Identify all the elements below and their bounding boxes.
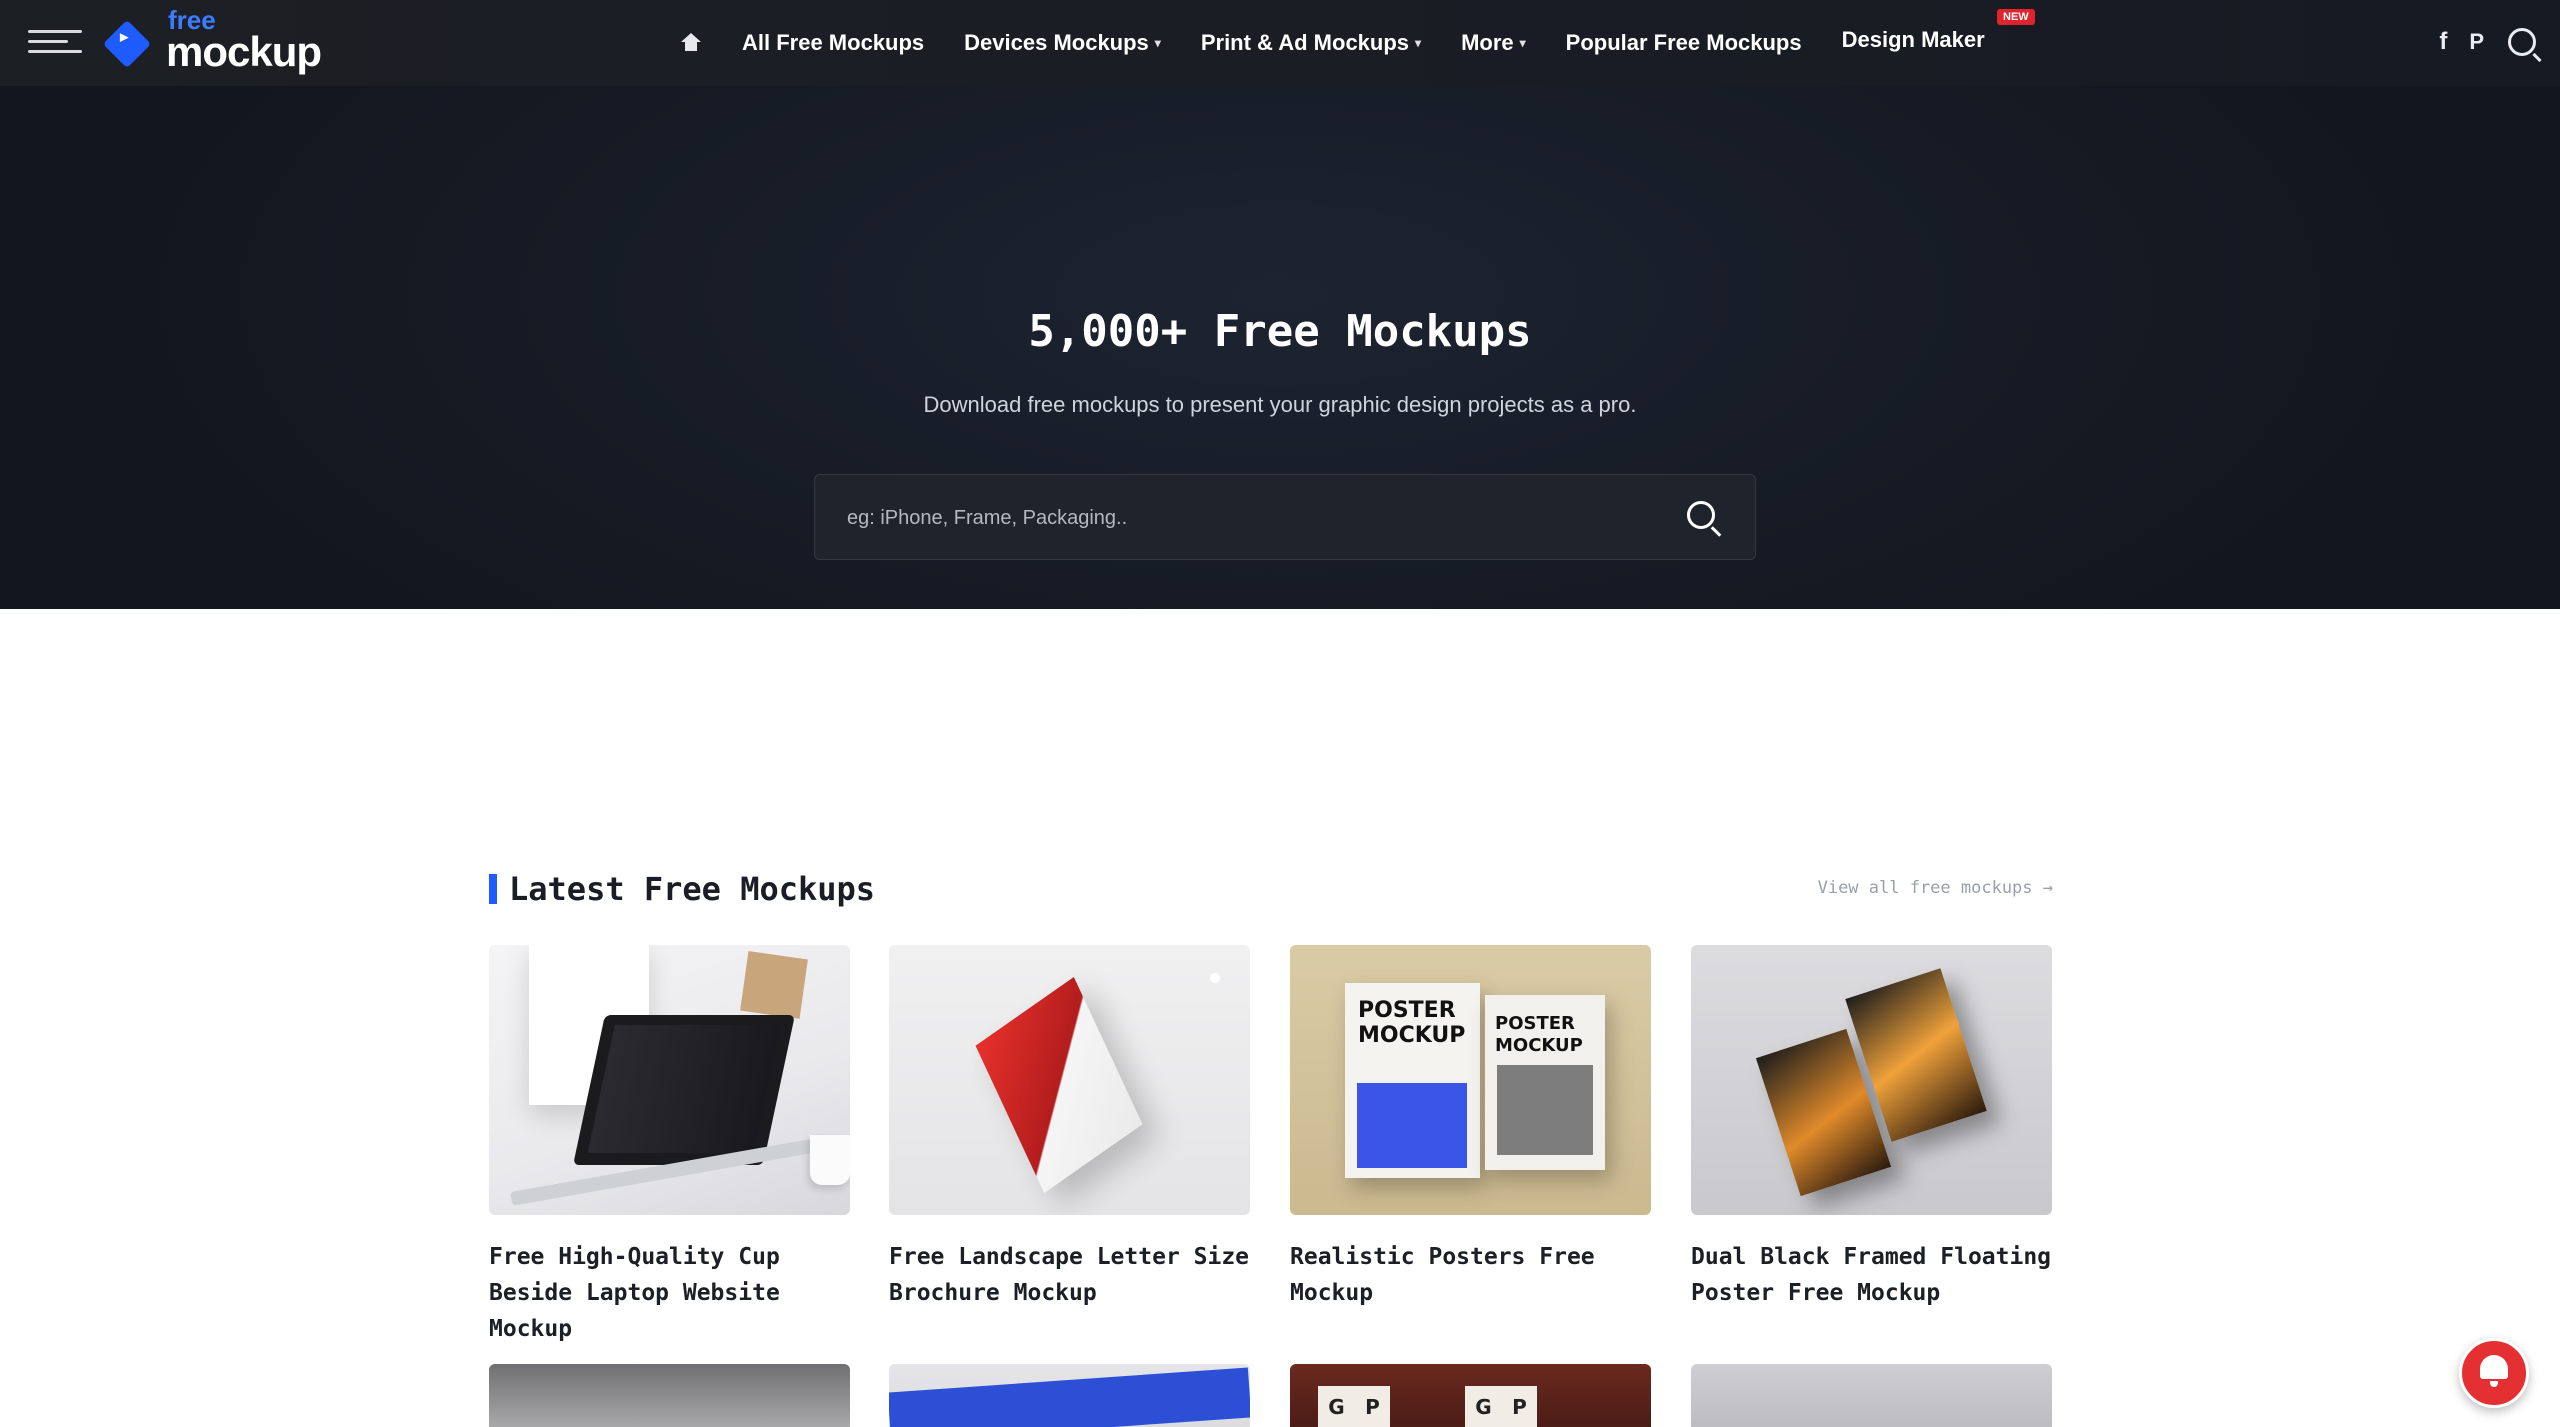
search-input[interactable] <box>845 493 1669 543</box>
social-links: f P <box>2417 28 2536 56</box>
chevron-down-icon: ▾ <box>1154 36 1161 50</box>
poster-text-line1: POSTER <box>1358 998 1456 1023</box>
logo-text-mockup: mockup <box>166 28 322 75</box>
nav-devices-mockups[interactable]: Devices Mockups ▾ <box>964 30 1161 56</box>
mockup-title[interactable]: Free High-Quality Cup Beside Laptop Webs… <box>489 1239 850 1347</box>
mockup-card[interactable]: Free High-Quality Cup Beside Laptop Webs… <box>489 945 850 1347</box>
mockup-thumbnail[interactable] <box>1691 945 2052 1215</box>
mockup-card[interactable]: POSTER MOCKUP POSTER MOCKUP Realistic Po… <box>1290 945 1651 1311</box>
notification-bell-button[interactable] <box>2459 1338 2529 1408</box>
mockup-thumbnail[interactable] <box>489 945 850 1215</box>
nav-print-ad-mockups[interactable]: Print & Ad Mockups ▾ <box>1201 30 1421 56</box>
search-icon[interactable] <box>1687 501 1715 529</box>
logo-mark-icon <box>102 19 152 69</box>
poster-text-line2: MOCKUP <box>1358 1023 1466 1048</box>
hero-title: 5,000+ Free Mockups <box>1028 306 1532 357</box>
view-all-link[interactable]: View all free mockups → <box>1818 878 2053 898</box>
mockup-title[interactable]: Realistic Posters Free Mockup <box>1290 1239 1651 1311</box>
mockup-thumbnail[interactable] <box>889 945 1250 1215</box>
menu-icon[interactable] <box>28 30 82 54</box>
nav-popular-free-mockups[interactable]: Popular Free Mockups <box>1566 30 1802 56</box>
mockup-thumbnail[interactable]: POSTER MOCKUP POSTER MOCKUP <box>1290 945 1651 1215</box>
search-icon[interactable] <box>2508 28 2536 56</box>
pinterest-icon[interactable]: P <box>2469 29 2484 55</box>
mockup-card[interactable]: Dual Black Framed Floating Poster Free M… <box>1691 945 2052 1311</box>
nav-all-free-mockups[interactable]: All Free Mockups <box>742 30 924 56</box>
section-accent-bar <box>489 874 497 904</box>
nav-more[interactable]: More ▾ <box>1461 30 1526 56</box>
mockup-thumbnail[interactable] <box>889 1364 1250 1427</box>
hero-search-box <box>814 474 1756 560</box>
site-logo[interactable]: free mockup <box>102 7 322 75</box>
poster-text-line1: POSTER <box>1495 1013 1575 1034</box>
hero-section: 5,000+ Free Mockups Download free mockup… <box>0 86 2560 609</box>
mockup-thumbnail[interactable] <box>489 1364 850 1427</box>
new-badge: NEW <box>1997 9 2035 25</box>
mockup-title[interactable]: Dual Black Framed Floating Poster Free M… <box>1691 1239 2052 1311</box>
chevron-down-icon: ▾ <box>1519 36 1526 50</box>
latest-mockups-header: Latest Free Mockups View all free mockup… <box>489 870 2053 910</box>
bell-icon <box>2480 1355 2508 1387</box>
chevron-down-icon: ▾ <box>1415 36 1422 50</box>
mockup-title[interactable]: Free Landscape Letter Size Brochure Mock… <box>889 1239 1250 1311</box>
home-icon[interactable] <box>680 33 702 53</box>
main-nav: All Free Mockups Devices Mockups ▾ Print… <box>680 0 2035 86</box>
top-navbar: free mockup All Free Mockups Devices Moc… <box>0 0 2560 87</box>
logo-text-free: free <box>168 5 216 35</box>
section-title: Latest Free Mockups <box>509 870 876 908</box>
mockup-thumbnail[interactable] <box>1691 1364 2052 1427</box>
mockup-card[interactable]: Free Landscape Letter Size Brochure Mock… <box>889 945 1250 1311</box>
poster-text-line2: MOCKUP <box>1495 1035 1583 1056</box>
hero-subtitle: Download free mockups to present your gr… <box>923 392 1637 417</box>
mockup-thumbnail[interactable]: G P G P <box>1290 1364 1651 1427</box>
nav-design-maker[interactable]: Design Maker NEW <box>1842 9 2035 53</box>
facebook-icon[interactable]: f <box>2439 28 2447 56</box>
